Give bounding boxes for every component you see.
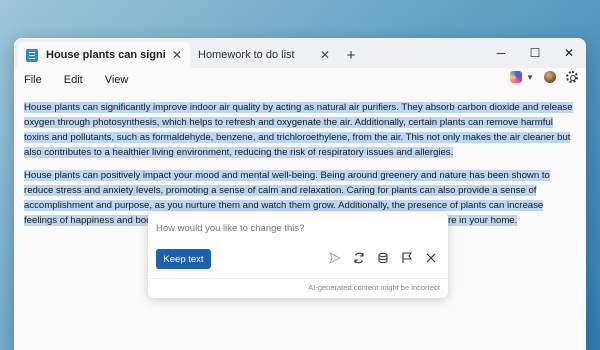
divider — [148, 278, 448, 279]
rewrite-panel: Keep text AI-generated content might be … — [148, 212, 448, 298]
new-tab-button[interactable]: + — [338, 42, 364, 68]
ai-disclaimer: AI-generated content might be incorrect — [308, 283, 440, 292]
notepad-icon — [26, 48, 38, 62]
rewrite-prompt-input[interactable] — [156, 220, 436, 236]
menu-bar: File Edit View ▼ — [14, 68, 586, 92]
close-window-button[interactable]: ✕ — [552, 38, 586, 68]
close-tab-icon[interactable]: ✕ — [172, 48, 182, 62]
close-tab-icon[interactable]: ✕ — [320, 48, 330, 62]
tab-label: House plants can significan — [46, 49, 166, 61]
stack-icon[interactable] — [376, 250, 390, 266]
selected-text: House plants can significantly improve i… — [24, 102, 573, 158]
minimize-button[interactable]: ─ — [484, 38, 518, 68]
window-controls: ─ ☐ ✕ — [484, 38, 586, 68]
close-icon[interactable] — [424, 250, 438, 266]
rewrite-actions — [328, 250, 438, 266]
keep-text-button[interactable]: Keep text — [156, 249, 211, 269]
tab-homework[interactable]: Homework to do list ✕ — [190, 42, 338, 68]
avatar[interactable] — [544, 71, 556, 83]
title-bar: House plants can significan ✕ Homework t… — [14, 38, 586, 68]
tab-label: Homework to do list — [198, 49, 295, 61]
menu-edit[interactable]: Edit — [64, 74, 83, 86]
document-body[interactable]: House plants can significantly improve i… — [14, 92, 586, 228]
gear-icon[interactable] — [566, 71, 578, 83]
notepad-window: House plants can significan ✕ Homework t… — [14, 38, 586, 350]
tab-house-plants[interactable]: House plants can significan ✕ — [18, 42, 190, 68]
regenerate-icon[interactable] — [352, 250, 366, 266]
flag-icon[interactable] — [400, 250, 414, 266]
paragraph-1: House plants can significantly improve i… — [24, 100, 576, 160]
send-icon[interactable] — [328, 250, 342, 266]
chevron-down-icon[interactable]: ▼ — [526, 73, 534, 82]
menu-right-tools: ▼ — [510, 71, 578, 83]
menu-file[interactable]: File — [24, 74, 42, 86]
copilot-icon[interactable] — [510, 71, 523, 83]
menu-view[interactable]: View — [105, 74, 129, 86]
maximize-button[interactable]: ☐ — [518, 38, 552, 68]
